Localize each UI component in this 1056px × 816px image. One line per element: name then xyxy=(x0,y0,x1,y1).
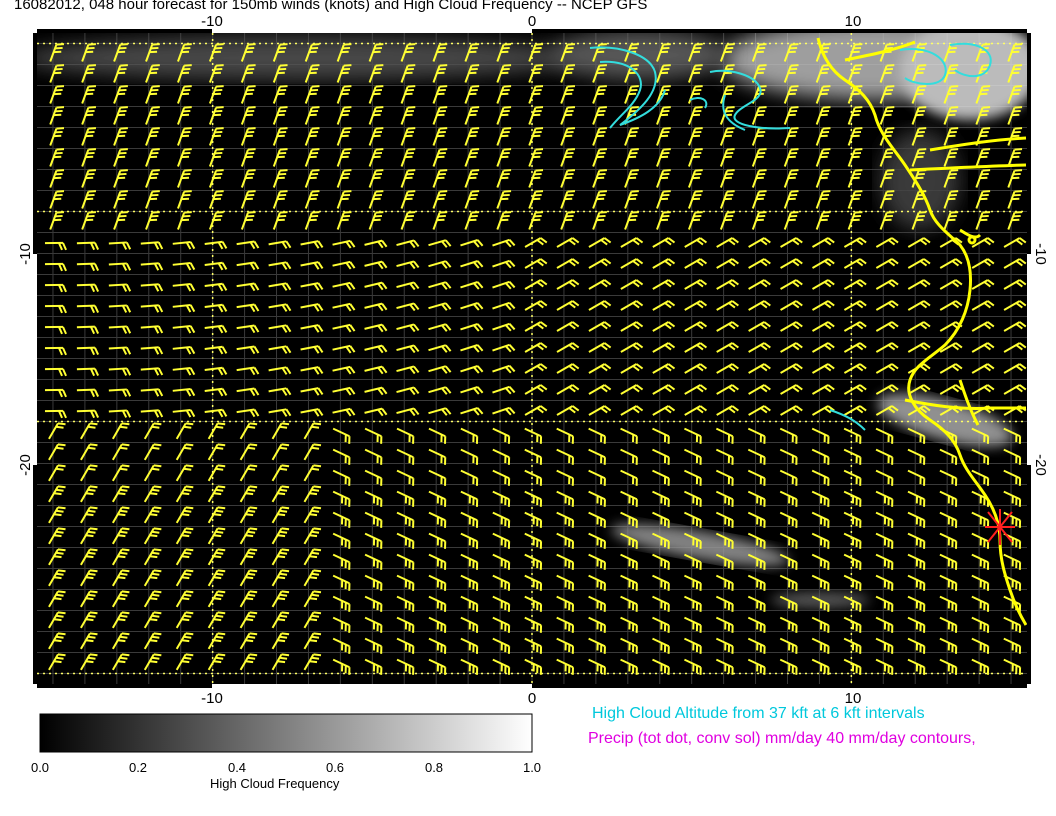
precip-note: Precip (tot dot, conv sol) mm/day 40 mm/… xyxy=(588,730,976,747)
cloud-altitude-note: High Cloud Altitude from 37 kft at 6 kft… xyxy=(592,705,925,722)
lon-tick-bottom-0: 0 xyxy=(528,690,536,707)
lat-tick-left-minus10: -10 xyxy=(17,243,34,265)
lon-tick-bottom-minus10: -10 xyxy=(201,690,223,707)
colorbar-tick-1: 0.2 xyxy=(128,760,148,775)
lat-tick-right-minus10: -10 xyxy=(1032,243,1049,265)
lon-tick-top-0: 0 xyxy=(528,13,536,30)
colorbar-label: High Cloud Frequency xyxy=(210,776,340,791)
colorbar-tick-5: 1.0 xyxy=(522,760,542,775)
lon-tick-top-minus10: -10 xyxy=(201,13,223,30)
lat-tick-left-minus20: -20 xyxy=(17,454,34,476)
colorbar-tick-4: 0.8 xyxy=(424,760,444,775)
colorbar-tick-3: 0.6 xyxy=(325,760,345,775)
colorbar xyxy=(39,713,533,753)
colorbar-tick-0: 0.0 xyxy=(30,760,50,775)
forecast-map: -10 0 10 -10 0 10 -10 -20 -10 -20 xyxy=(17,13,1049,753)
colorbar-tick-2: 0.4 xyxy=(227,760,247,775)
station-marker xyxy=(985,509,1015,545)
lat-tick-right-minus20: -20 xyxy=(1032,454,1049,476)
lon-tick-top-10: 10 xyxy=(845,13,862,30)
